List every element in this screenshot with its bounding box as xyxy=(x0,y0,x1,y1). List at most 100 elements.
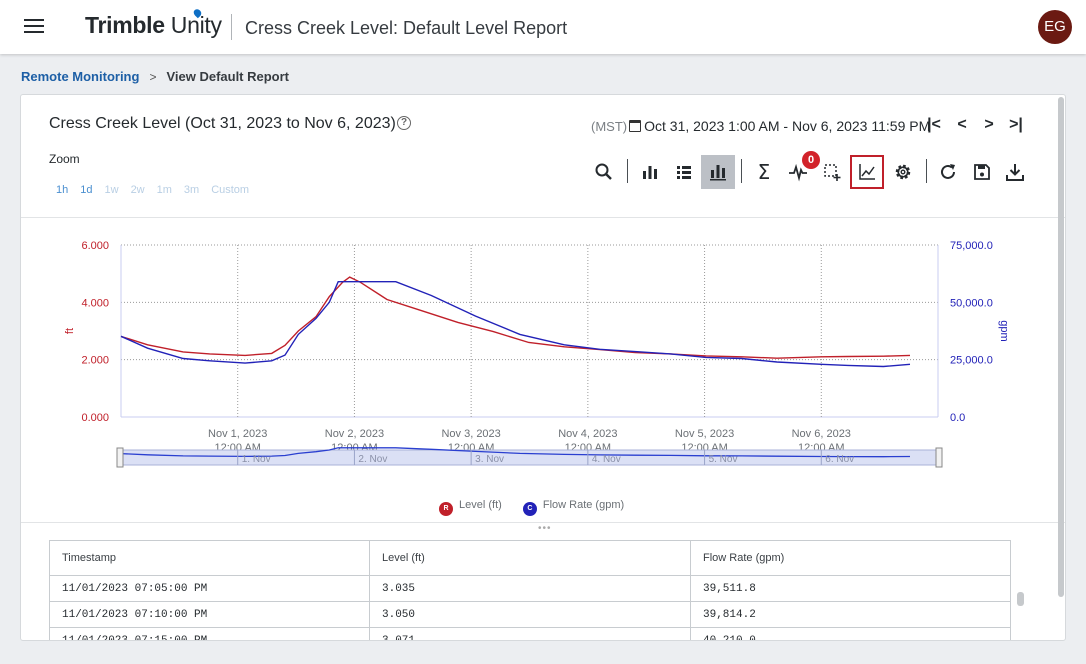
x-tick-date: Nov 5, 2023 xyxy=(675,428,734,440)
cell-timestamp: 11/01/2023 07:15:00 PM xyxy=(49,627,370,640)
toolbar-divider xyxy=(627,159,628,183)
hamburger-menu-icon[interactable] xyxy=(24,19,44,35)
help-icon[interactable]: ? xyxy=(397,116,411,130)
table-row: 11/01/2023 07:05:00 PM 3.035 39,511.8 xyxy=(49,575,1011,602)
previous-icon[interactable]: < xyxy=(952,115,972,135)
zoom-label: Zoom xyxy=(49,152,80,166)
zoom-1m: 1m xyxy=(156,184,172,196)
legend-flow-marker: C xyxy=(522,502,537,516)
list-button[interactable] xyxy=(667,155,701,189)
legend-flow[interactable]: C Flow Rate (gpm) xyxy=(522,499,625,516)
toolbar-divider xyxy=(926,159,927,183)
report-title: Cress Creek Level (Oct 31, 2023 to Nov 6… xyxy=(49,115,396,132)
report-card: Cress Creek Level (Oct 31, 2023 to Nov 6… xyxy=(20,94,1066,641)
legend-level[interactable]: R Level (ft) xyxy=(439,499,502,516)
chart-svg: 0.000 2.000 4.000 6.000 0.0 25,000.0 50,000.0 7… xyxy=(64,240,1010,468)
y-right-tick-label: 75,000.0 xyxy=(950,240,993,252)
cell-flow-rate: 40,210.0 xyxy=(690,627,1011,640)
y-left-tick-label: 2.000 xyxy=(81,355,109,367)
header-timestamp[interactable]: Timestamp xyxy=(49,540,370,576)
table-row: 11/01/2023 07:15:00 PM 3.071 40,210.0 xyxy=(49,627,1011,640)
line-chart-icon xyxy=(859,164,875,180)
x-tick-date: Nov 4, 2023 xyxy=(558,428,617,440)
legend-level-label: Level (ft) xyxy=(459,499,502,511)
zoom-1d[interactable]: 1d xyxy=(80,184,92,196)
legend-flow-label: Flow Rate (gpm) xyxy=(542,499,625,511)
table-row: 11/01/2023 07:10:00 PM 3.050 39,814.2 xyxy=(49,601,1011,628)
y-right-tick-label: 0.0 xyxy=(950,412,965,424)
refresh-button[interactable] xyxy=(931,155,965,189)
search-button[interactable] xyxy=(587,155,621,189)
app-header: Trimble Unity Cress Creek Level: Default… xyxy=(0,0,1086,54)
x-tick-date: Nov 2, 2023 xyxy=(325,428,384,440)
sum-icon: Σ xyxy=(757,160,771,184)
save-icon xyxy=(974,164,990,180)
calendar-icon xyxy=(629,120,642,132)
sum-button[interactable]: Σ xyxy=(747,155,781,189)
breadcrumb: Remote Monitoring > View Default Report xyxy=(21,69,289,84)
gear-icon xyxy=(895,164,911,180)
save-button[interactable] xyxy=(965,155,999,189)
chart-divider-line xyxy=(21,522,1065,523)
last-page-icon[interactable]: >| xyxy=(1006,115,1026,135)
level-series-line xyxy=(120,276,911,359)
cell-timestamp: 11/01/2023 07:05:00 PM xyxy=(49,575,370,602)
page-title: Cress Creek Level: Default Level Report xyxy=(245,18,568,38)
cell-timestamp: 11/01/2023 07:10:00 PM xyxy=(49,601,370,628)
zoom-3m: 3m xyxy=(183,184,200,196)
next-icon[interactable]: > xyxy=(979,115,999,135)
date-range-text: Oct 31, 2023 1:00 AM - Nov 6, 2023 11:59… xyxy=(644,118,931,134)
list-icon xyxy=(677,166,691,179)
download-button[interactable] xyxy=(998,155,1032,189)
y-right-axis-title: gpm xyxy=(998,320,1010,341)
search-icon xyxy=(595,163,612,180)
zoom-1h[interactable]: 1h xyxy=(56,184,68,196)
navigator-label: 1. Nov xyxy=(242,454,271,465)
add-selection-icon xyxy=(824,164,841,181)
zoom-custom: Custom xyxy=(211,184,250,196)
cell-level: 3.035 xyxy=(369,575,691,602)
chevron-right-icon: > xyxy=(149,70,157,84)
navigator-handle-left xyxy=(116,447,124,468)
data-table: Timestamp Level (ft) Flow Rate (gpm) 11/… xyxy=(49,540,1011,640)
download-icon xyxy=(1006,164,1024,181)
resize-handle-icon[interactable]: ••• xyxy=(538,523,552,534)
first-page-icon[interactable]: |< xyxy=(924,115,944,135)
cell-level: 3.050 xyxy=(369,601,691,628)
y-left-tick-label: 6.000 xyxy=(81,240,109,252)
header-level[interactable]: Level (ft) xyxy=(369,540,691,576)
toolbar-divider-line xyxy=(21,217,1065,218)
bar-chart-button[interactable] xyxy=(633,155,667,189)
page-scrollbar[interactable] xyxy=(1058,95,1065,640)
brand-logo[interactable]: Trimble Unity xyxy=(85,12,222,39)
timezone-label: (MST) xyxy=(591,119,628,134)
breadcrumb-remote-monitoring[interactable]: Remote Monitoring xyxy=(21,69,139,84)
level-flow-chart[interactable]: 0.000 2.000 4.000 6.000 0.0 25,000.0 50,000.0 7… xyxy=(21,225,1065,525)
toolbar-divider xyxy=(741,159,742,183)
header-flow-rate[interactable]: Flow Rate (gpm) xyxy=(690,540,1011,576)
date-range[interactable]: (MST) Oct 31, 2023 1:00 AM - Nov 6, 2023 … xyxy=(591,118,930,134)
cell-flow-rate: 39,814.2 xyxy=(690,601,1011,628)
navigator-label: 4. Nov xyxy=(592,454,621,465)
stacked-bar-button[interactable] xyxy=(701,155,735,189)
y-left-tick-label: 4.000 xyxy=(81,297,109,309)
line-chart-button[interactable] xyxy=(850,155,884,189)
chart-legend: R Level (ft) C Flow Rate (gpm) xyxy=(439,499,642,516)
y-left-tick-label: 0.000 xyxy=(81,412,109,424)
table-header-row: Timestamp Level (ft) Flow Rate (gpm) xyxy=(49,540,1011,576)
user-avatar[interactable]: EG xyxy=(1038,10,1072,44)
zoom-2w: 2w xyxy=(130,184,145,196)
bar-chart-icon xyxy=(643,166,657,179)
legend-level-marker: R xyxy=(439,502,453,516)
y-right-tick-label: 25,000.0 xyxy=(950,355,993,367)
navigator-label: 6. Nov xyxy=(825,454,854,465)
add-selection-button[interactable] xyxy=(815,155,849,189)
table-scrollbar[interactable] xyxy=(1017,592,1024,606)
x-tick-date: Nov 6, 2023 xyxy=(792,428,851,440)
cell-level: 3.071 xyxy=(369,627,691,640)
y-left-axis-title: ft xyxy=(64,328,76,334)
page-scroll-thumb[interactable] xyxy=(1058,97,1064,597)
settings-button[interactable] xyxy=(886,155,920,189)
navigator-handle-right xyxy=(935,447,943,468)
x-tick-date: Nov 3, 2023 xyxy=(441,428,500,440)
